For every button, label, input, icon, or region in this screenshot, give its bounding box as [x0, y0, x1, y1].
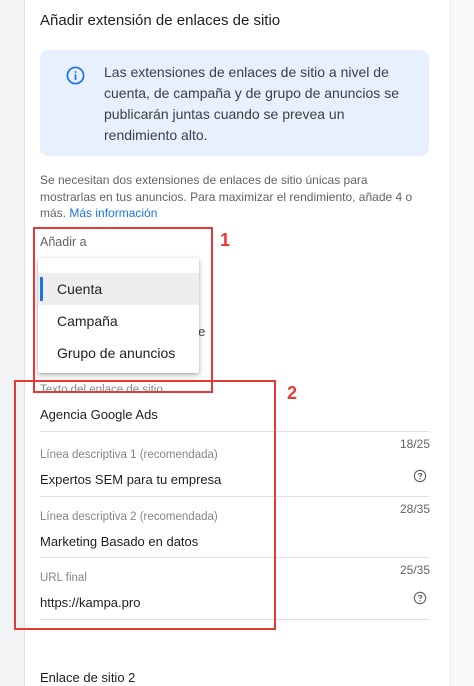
annotation-number-2: 2 — [287, 383, 298, 403]
desc2-counter: 28/35 — [399, 502, 430, 516]
annotation-box-1 — [33, 227, 213, 393]
info-icon — [66, 66, 85, 85]
help-icon[interactable] — [413, 591, 427, 605]
annotation-number-1: 1 — [220, 230, 231, 250]
panel-title: Añadir extensión de enlaces de sitio — [40, 12, 281, 29]
right-rail — [450, 0, 474, 686]
annotation-box-2 — [14, 380, 276, 630]
info-text: Las extensiones de enlaces de sitio a ni… — [104, 64, 399, 143]
requirement-description: Se necesitan dos extensiones de enlaces … — [40, 172, 420, 222]
url-counter: 25/35 — [399, 563, 430, 577]
more-info-link[interactable]: Más información — [69, 206, 157, 220]
sitelink-2-heading: Enlace de sitio 2 — [40, 670, 136, 685]
info-banner: Las extensiones de enlaces de sitio a ni… — [40, 50, 429, 156]
desc1-counter: 18/25 — [399, 437, 430, 451]
help-icon[interactable] — [413, 469, 427, 483]
